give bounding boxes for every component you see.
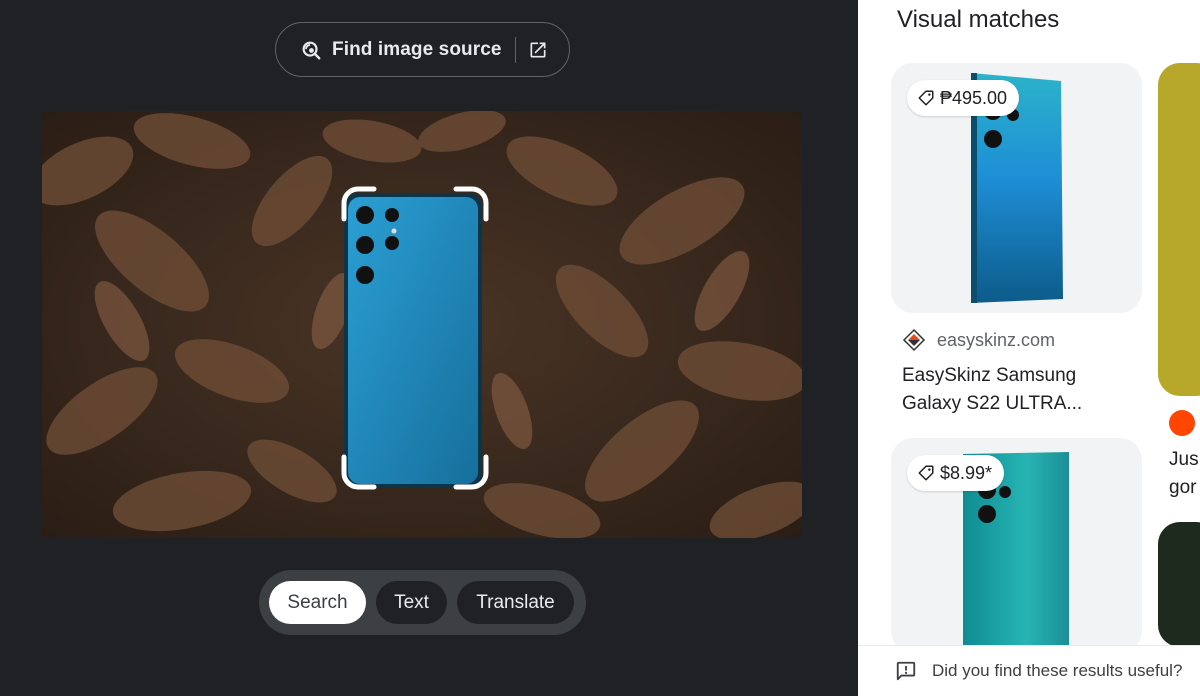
result-source-domain: easyskinz.com [937, 329, 1056, 350]
price-label: $8.99* [940, 462, 993, 483]
image-viewer-panel: Find image source Search Text Translate [0, 0, 858, 696]
uploaded-photo[interactable] [42, 111, 802, 538]
result-source[interactable]: easyskinz.com [902, 328, 1055, 352]
find-image-source-label: Find image source [332, 38, 502, 60]
result-title-line-2: Galaxy S22 ULTRA... [902, 393, 1083, 414]
price-badge: ₱495.00 [907, 80, 1020, 116]
visual-matches-heading: Visual matches [897, 6, 1060, 33]
results-panel: Visual matches ₱495.00 easyskinz.com Eas… [858, 0, 1200, 696]
price-tag-icon [918, 90, 934, 106]
mode-search-button[interactable]: Search [269, 581, 366, 624]
price-label: ₱495.00 [940, 87, 1008, 108]
open-in-new-icon[interactable] [528, 40, 548, 60]
price-badge: $8.99* [907, 455, 1005, 491]
lens-search-icon [302, 41, 321, 59]
result-title-line-1: EasySkinz Samsung [902, 365, 1077, 386]
result-image-3[interactable] [1158, 63, 1200, 396]
feedback-icon [896, 661, 916, 681]
price-tag-icon [918, 465, 934, 481]
feedback-bar[interactable]: Did you find these results useful? [858, 645, 1200, 696]
feedback-text: Did you find these results useful? [932, 661, 1183, 680]
reddit-icon [1169, 410, 1195, 436]
result-title-peek[interactable]: Jus gor [1169, 446, 1200, 502]
result-image-4[interactable] [1158, 522, 1200, 647]
mode-translate-button[interactable]: Translate [457, 581, 574, 624]
find-image-source-button[interactable]: Find image source [275, 22, 570, 77]
result-title[interactable]: EasySkinz Samsung Galaxy S22 ULTRA... [902, 362, 1102, 418]
peek-line-1: Jus [1169, 449, 1199, 470]
mode-selector: Search Text Translate [259, 570, 586, 635]
divider [514, 36, 516, 63]
easyskinz-favicon [902, 328, 926, 352]
peek-line-2: gor [1169, 477, 1197, 498]
mode-text-button[interactable]: Text [376, 581, 447, 624]
